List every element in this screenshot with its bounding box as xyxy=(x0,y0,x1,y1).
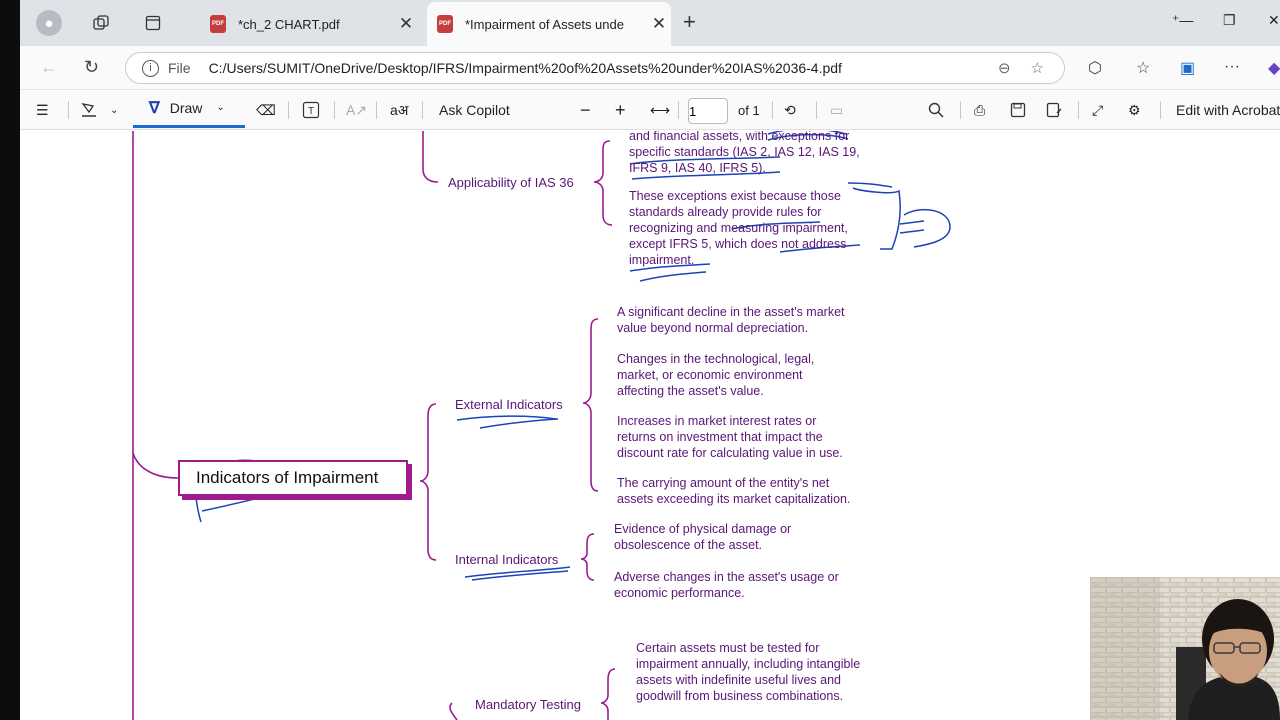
internal-item-1: Evidence of physical damage or obsolesce… xyxy=(614,522,792,552)
minimize-icon[interactable]: ⁺— xyxy=(1172,12,1193,29)
zoom-in-button[interactable]: + xyxy=(615,90,626,130)
tab-ch2-chart[interactable]: PDF *ch_2 CHART.pdf ✕ xyxy=(200,2,418,46)
refresh-icon[interactable]: ↻ xyxy=(84,57,99,78)
external-item-4: The carrying amount of the entity's net … xyxy=(617,476,851,506)
draw-pen-icon: ∇ xyxy=(149,99,160,117)
url-text[interactable]: C:/Users/SUMIT/OneDrive/Desktop/IFRS/Imp… xyxy=(209,60,998,76)
fullscreen-icon[interactable]: ⤢ xyxy=(1092,90,1103,130)
favorites-icon[interactable]: ☆ xyxy=(1136,58,1150,78)
window-close-icon[interactable]: ✕ xyxy=(1268,12,1280,29)
read-aloud-icon[interactable]: A↗ xyxy=(346,90,367,130)
applicability-text-2: These exceptions exist because those sta… xyxy=(629,189,848,267)
tab-impairment[interactable]: PDF *Impairment of Assets unde ✕ xyxy=(427,2,671,46)
mandatory-testing-label: Mandatory Testing xyxy=(475,697,581,712)
workspaces-icon[interactable] xyxy=(88,10,114,36)
zoom-out-button[interactable]: − xyxy=(580,90,591,130)
indicators-of-impairment-node: Indicators of Impairment xyxy=(178,460,408,496)
copilot-icon[interactable]: ◆ xyxy=(1268,58,1280,78)
webcam-overlay xyxy=(1090,577,1280,720)
address-bar-row: ← ↻ i File C:/Users/SUMIT/OneDrive/Deskt… xyxy=(20,46,1280,90)
search-icon[interactable] xyxy=(928,90,944,130)
text-box-icon[interactable]: T xyxy=(302,90,320,130)
zoom-out-icon[interactable]: ⊖ xyxy=(998,59,1011,77)
fit-page-icon[interactable]: ⟷ xyxy=(650,90,670,130)
favorite-star-icon[interactable]: ☆ xyxy=(1031,59,1044,77)
extensions-icon[interactable]: ⬡ xyxy=(1088,58,1102,78)
chevron-down-icon[interactable]: ⌄ xyxy=(110,90,118,130)
save-icon[interactable] xyxy=(1010,90,1026,130)
left-screen-edge xyxy=(0,0,20,720)
page-number-input[interactable] xyxy=(688,98,728,124)
svg-text:T: T xyxy=(308,106,314,117)
new-tab-button[interactable]: + xyxy=(683,9,696,35)
tab-title: *Impairment of Assets unde xyxy=(465,16,624,32)
mandatory-testing-text: Certain assets must be tested for impair… xyxy=(636,641,861,703)
edit-with-acrobat-button[interactable]: Edit with Acrobat xyxy=(1176,90,1280,130)
file-label: File xyxy=(168,60,191,76)
close-icon[interactable]: ✕ xyxy=(647,14,671,34)
external-indicators-label: External Indicators xyxy=(455,397,563,412)
applicability-text-1: and financial assets, with exceptions fo… xyxy=(629,131,860,175)
collections-icon[interactable]: ▣ xyxy=(1180,58,1195,78)
tab-title: *ch_2 CHART.pdf xyxy=(238,16,340,32)
pdf-icon: PDF xyxy=(437,15,453,33)
internal-item-2: Adverse changes in the asset's usage or … xyxy=(614,570,839,600)
applicability-label: Applicability of IAS 36 xyxy=(448,175,574,190)
draw-label: Draw xyxy=(169,99,203,116)
restore-icon[interactable]: ❐ xyxy=(1223,12,1236,29)
address-bar[interactable]: i File C:/Users/SUMIT/OneDrive/Desktop/I… xyxy=(125,52,1065,84)
more-icon[interactable]: ··· xyxy=(1224,58,1240,76)
ask-copilot-button[interactable]: Ask Copilot xyxy=(439,90,510,130)
external-item-1: A significant decline in the asset's mar… xyxy=(617,305,845,335)
save-as-icon[interactable] xyxy=(1046,90,1062,130)
page-view-icon[interactable]: ▭ xyxy=(830,90,843,130)
print-icon[interactable]: ⎙ xyxy=(974,90,985,130)
page-total: of 1 xyxy=(738,102,760,118)
pdf-icon: PDF xyxy=(210,15,226,33)
external-item-3: Increases in market interest rates or re… xyxy=(617,414,843,460)
tab-bar: ● PDF *ch_2 CHART.pdf ✕ PDF *Impairment … xyxy=(20,0,1280,46)
back-icon[interactable]: ← xyxy=(40,57,58,78)
draw-button[interactable]: ∇ Draw ⌄ xyxy=(133,90,245,128)
pdf-toolbar: ☰ ⌄ ∇ Draw ⌄ ⌫ T A↗ aअ Ask Copilot − + ⟷… xyxy=(20,90,1280,130)
settings-gear-icon[interactable]: ⚙ xyxy=(1128,90,1141,130)
chevron-down-icon[interactable]: ⌄ xyxy=(216,102,224,113)
translate-icon[interactable]: aअ xyxy=(390,90,408,130)
rotate-icon[interactable]: ⟲ xyxy=(784,90,796,130)
external-item-2: Changes in the technological, legal, mar… xyxy=(617,352,815,398)
close-icon[interactable]: ✕ xyxy=(394,14,418,34)
highlight-icon[interactable] xyxy=(80,90,98,130)
root-node-label: Indicators of Impairment xyxy=(196,468,379,487)
info-icon[interactable]: i xyxy=(142,59,159,77)
eraser-icon[interactable]: ⌫ xyxy=(256,90,276,130)
internal-indicators-label: Internal Indicators xyxy=(455,552,559,567)
profile-avatar-icon[interactable]: ● xyxy=(36,10,62,36)
tab-actions-icon[interactable] xyxy=(140,10,166,36)
contents-icon[interactable]: ☰ xyxy=(36,90,49,130)
